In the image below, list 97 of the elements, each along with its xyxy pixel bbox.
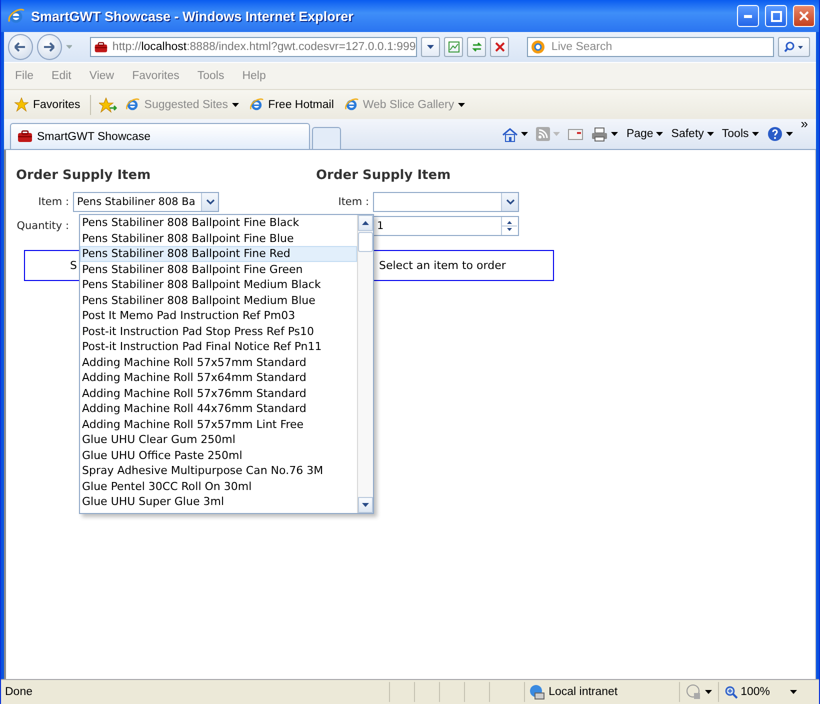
search-button[interactable] <box>778 37 810 57</box>
home-button[interactable] <box>502 126 528 142</box>
scroll-up-icon <box>362 221 369 225</box>
maximize-button[interactable] <box>765 5 787 27</box>
search-field[interactable]: Live Search <box>549 40 774 54</box>
list-option[interactable]: Pens Stabiliner 808 Ballpoint Fine Green <box>80 262 357 277</box>
chevron-down-icon <box>206 199 214 205</box>
dropdown-arrow-icon <box>553 132 560 136</box>
stop-x-icon <box>494 42 505 52</box>
window-title: SmartGWT Showcase - Windows Internet Explorer <box>31 8 354 24</box>
scrollbar[interactable] <box>357 215 373 513</box>
back-arrow-icon <box>14 42 26 52</box>
item-select[interactable]: Pens Stabiliner 808 Ba <box>73 192 219 212</box>
scroll-down-icon <box>362 503 369 507</box>
globe-e-icon <box>344 97 359 112</box>
back-button[interactable] <box>8 34 33 60</box>
zoom-magnifier-icon <box>724 686 738 698</box>
list-option[interactable]: Adding Machine Roll 57x64mm Standard <box>80 370 357 386</box>
add-favorite-icon[interactable] <box>99 96 118 112</box>
minimize-button[interactable] <box>737 5 759 27</box>
list-option[interactable]: Pens Stabiliner 808 Ballpoint Medium Black <box>80 277 357 292</box>
toolbox-icon <box>17 130 33 143</box>
help-icon <box>766 126 783 142</box>
list-option[interactable]: Pens Stabiliner 808 Ballpoint Fine Blue <box>80 230 357 246</box>
list-option[interactable]: Glue Pentel 30CC Roll On 30ml <box>80 478 357 494</box>
dropdown-arrow-icon <box>752 132 759 136</box>
scroll-thumb[interactable] <box>358 232 373 252</box>
list-option[interactable]: Post-it Instruction Pad Final Notice Ref Pn11 <box>80 339 357 354</box>
forward-arrow-icon <box>43 42 56 52</box>
toolbar-overflow-chevron[interactable]: » <box>800 116 808 131</box>
forward-button[interactable] <box>36 34 62 60</box>
list-option[interactable]: Glue UHU Super Glue 3ml <box>80 494 357 510</box>
home-icon <box>502 126 518 142</box>
compatibility-button[interactable] <box>444 37 464 57</box>
print-button[interactable] <box>591 126 618 142</box>
close-button[interactable] <box>793 5 815 27</box>
command-menu-button[interactable]: Page <box>626 128 664 140</box>
dropdown-arrow-icon <box>611 132 618 136</box>
favorites-bar-item[interactable]: Free Hotmail <box>247 97 336 112</box>
browser-tab[interactable]: SmartGWT Showcase <box>10 123 310 149</box>
feed-icon <box>536 127 550 141</box>
list-option[interactable]: Adding Machine Roll 57x57mm Lint Free <box>80 416 357 432</box>
address-dropdown-button[interactable] <box>420 37 440 57</box>
dropdown-arrow-icon <box>521 132 528 136</box>
globe-e-icon <box>125 97 140 112</box>
network-globe-icon <box>528 684 545 700</box>
dropdown-arrow-icon <box>426 45 434 49</box>
form-heading: Order Supply Item <box>316 168 452 185</box>
dropdown-arrow-icon <box>706 132 714 136</box>
field-label: Item : <box>37 196 70 208</box>
stop-button[interactable] <box>490 37 510 57</box>
list-option[interactable]: Post-it Instruction Pad Stop Press Ref Ps10 <box>80 324 357 339</box>
globe-e-icon <box>7 7 25 25</box>
list-option[interactable]: Post It Memo Pad Instruction Ref Pm03 <box>80 308 357 324</box>
dropdown-arrow-icon <box>704 690 712 694</box>
list-option[interactable]: Pens Stabiliner 808 Ballpoint Fine Black <box>80 215 357 230</box>
field-label: Item : <box>337 196 370 208</box>
list-option[interactable]: Adding Machine Roll 57x76mm Standard <box>80 386 357 401</box>
close-icon <box>799 11 809 21</box>
star-icon <box>14 97 29 112</box>
chevron-down-icon <box>506 199 514 205</box>
message-text: S <box>70 259 77 272</box>
message-text: Select an item to order <box>379 259 506 272</box>
dropdown-arrow-icon <box>66 45 72 49</box>
help-button[interactable] <box>766 126 793 142</box>
list-option[interactable]: Pens Stabiliner 808 Ballpoint Medium Blue <box>80 292 357 308</box>
quantity-spinner[interactable]: 1 <box>373 216 519 236</box>
favorites-bar-item[interactable]: Favorites <box>12 97 82 112</box>
address-field[interactable]: http://localhost:8888/index.html?gwt.codesvr=127.0.0.1:999 <box>90 37 417 57</box>
list-option[interactable]: Adding Machine Roll 57x57mm Standard <box>80 354 357 370</box>
printer-icon <box>591 126 608 142</box>
command-menu-button[interactable]: Tools <box>722 128 759 140</box>
list-option[interactable]: Spray Adhesive Multipurpose Can No.76 3M <box>80 463 357 478</box>
search-engine-icon <box>531 40 546 54</box>
zoom-button[interactable]: 100% <box>718 682 803 702</box>
list-option[interactable]: Adding Machine Roll 44x76mm Standard <box>80 401 357 416</box>
dropdown-arrow-icon <box>790 690 797 694</box>
refresh-icon <box>470 41 483 53</box>
refresh-button[interactable] <box>467 37 486 57</box>
minimize-icon <box>744 14 752 18</box>
security-zone-text: Local intranet <box>548 686 618 698</box>
list-option[interactable]: Glue UHU Office Paste 250ml <box>80 448 357 463</box>
toolbox-icon <box>94 40 108 54</box>
field-label: Quantity : <box>16 220 70 232</box>
globe-e-icon <box>249 97 264 112</box>
mail-button[interactable] <box>568 128 584 140</box>
dropdown-arrow-icon <box>786 132 793 136</box>
dropdown-arrow-icon <box>656 132 664 136</box>
maximize-icon <box>770 10 782 22</box>
status-text: Done <box>5 686 34 698</box>
form-heading: Order Supply Item <box>16 168 152 185</box>
list-option[interactable]: Glue UHU Clear Gum 250ml <box>80 432 357 448</box>
search-icon <box>784 41 804 53</box>
search-box[interactable]: Live Search <box>527 37 774 57</box>
envelope-icon <box>568 128 584 140</box>
list-option[interactable]: Pens Stabiliner 808 Ballpoint Fine Red <box>80 246 357 262</box>
command-menu-button[interactable]: Safety <box>671 128 714 140</box>
